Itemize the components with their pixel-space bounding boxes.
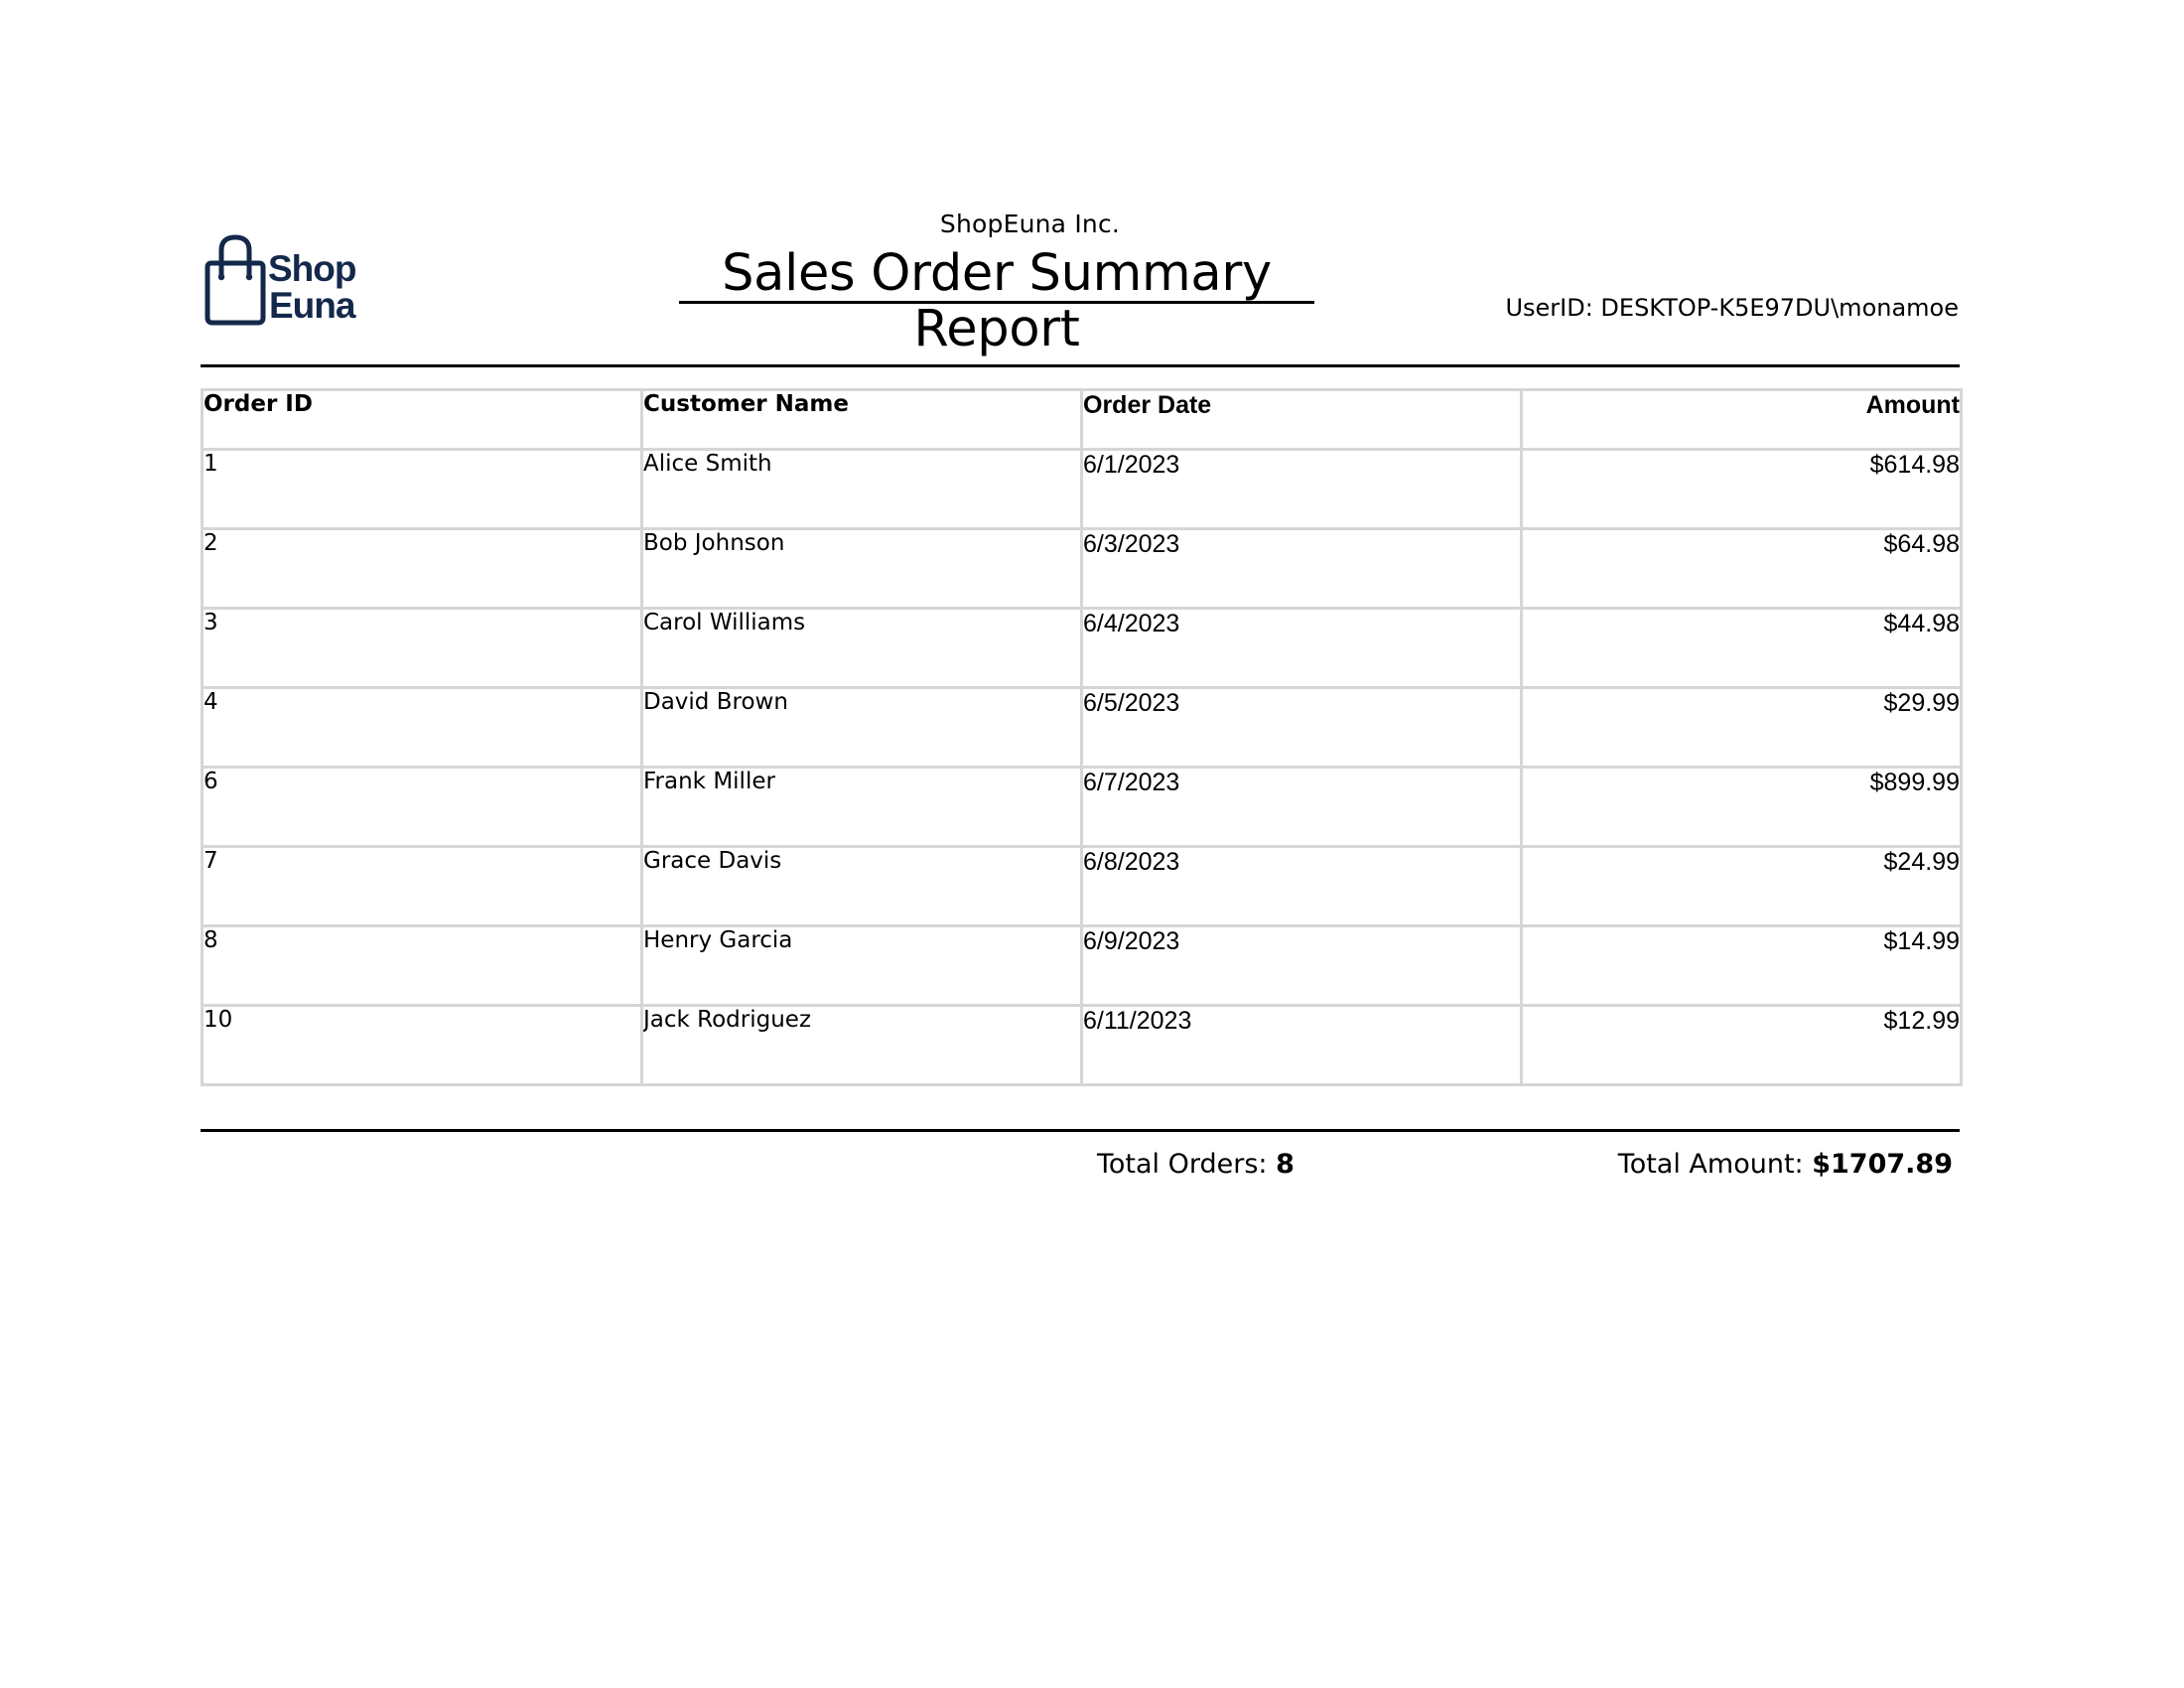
customer-name-cell: Henry Garcia (640, 924, 1083, 1007)
total-orders: Total Orders: 8 (1097, 1149, 1295, 1180)
column-header-customer-name: Customer Name (640, 388, 1083, 451)
total-amount: Total Amount: $1707.89 (1618, 1149, 1953, 1180)
order-id-cell: 4 (201, 686, 643, 769)
order-id-cell: 2 (201, 527, 643, 610)
customer-name-cell: Carol Williams (640, 607, 1083, 689)
amount-cell: $24.99 (1520, 845, 1963, 927)
amount-cell: $614.98 (1520, 448, 1963, 530)
column-header-order-id: Order ID (201, 388, 643, 451)
shopping-bag-icon (205, 234, 266, 326)
order-date-cell: 6/11/2023 (1080, 1004, 1523, 1086)
amount-cell: $12.99 (1520, 1004, 1963, 1086)
customer-name-cell: Frank Miller (640, 766, 1083, 848)
total-orders-value: 8 (1276, 1149, 1295, 1180)
customer-name-cell: David Brown (640, 686, 1083, 769)
amount-cell: $29.99 (1520, 686, 1963, 769)
table-row: 2 Bob Johnson 6/3/2023 $64.98 (201, 527, 1963, 610)
order-date-cell: 6/4/2023 (1080, 607, 1523, 689)
amount-cell: $44.98 (1520, 607, 1963, 689)
total-amount-label: Total Amount: (1617, 1149, 1804, 1180)
header-divider (201, 364, 1960, 367)
amount-cell: $64.98 (1520, 527, 1963, 610)
table-header-row: Order ID Customer Name Order Date Amount (201, 388, 1963, 451)
title-underline (679, 301, 1314, 304)
total-amount-value: $1707.89 (1812, 1149, 1953, 1180)
order-date-cell: 6/3/2023 (1080, 527, 1523, 610)
order-id-cell: 10 (201, 1004, 643, 1086)
order-id-cell: 6 (201, 766, 643, 848)
table-row: 3 Carol Williams 6/4/2023 $44.98 (201, 607, 1963, 689)
amount-cell: $899.99 (1520, 766, 1963, 848)
logo-text-euna: Euna (269, 285, 356, 326)
table-row: 10 Jack Rodriguez 6/11/2023 $12.99 (201, 1004, 1963, 1086)
shopeuna-logo: Shop Euna (200, 232, 366, 328)
order-id-cell: 8 (201, 924, 643, 1007)
table-row: 7 Grace Davis 6/8/2023 $24.99 (201, 845, 1963, 927)
customer-name-cell: Bob Johnson (640, 527, 1083, 610)
order-date-cell: 6/7/2023 (1080, 766, 1523, 848)
order-id-cell: 1 (201, 448, 643, 530)
total-orders-label: Total Orders: (1097, 1149, 1268, 1180)
order-id-cell: 7 (201, 845, 643, 927)
logo-graphic: Shop Euna (205, 234, 357, 326)
order-date-cell: 6/9/2023 (1080, 924, 1523, 1007)
footer-divider (201, 1129, 1960, 1132)
table-row: 6 Frank Miller 6/7/2023 $899.99 (201, 766, 1963, 848)
company-name: ShopEuna Inc. (939, 210, 1121, 238)
order-date-cell: 6/5/2023 (1080, 686, 1523, 769)
customer-name-cell: Grace Davis (640, 845, 1083, 927)
column-header-order-date: Order Date (1080, 388, 1523, 451)
order-date-cell: 6/8/2023 (1080, 845, 1523, 927)
user-id-label: UserID: DESKTOP-K5E97DU\monamoe (1505, 294, 1959, 322)
logo-text-shop: Shop (268, 248, 356, 289)
customer-name-cell: Alice Smith (640, 448, 1083, 530)
customer-name-cell: Jack Rodriguez (640, 1004, 1083, 1086)
column-header-amount: Amount (1520, 388, 1963, 451)
table-row: 4 David Brown 6/5/2023 $29.99 (201, 686, 1963, 769)
order-date-cell: 6/1/2023 (1080, 448, 1523, 530)
amount-cell: $14.99 (1520, 924, 1963, 1007)
orders-table: Order ID Customer Name Order Date Amount… (201, 388, 1963, 1086)
table-row: 1 Alice Smith 6/1/2023 $614.98 (201, 448, 1963, 530)
table-row: 8 Henry Garcia 6/9/2023 $14.99 (201, 924, 1963, 1007)
order-id-cell: 3 (201, 607, 643, 689)
